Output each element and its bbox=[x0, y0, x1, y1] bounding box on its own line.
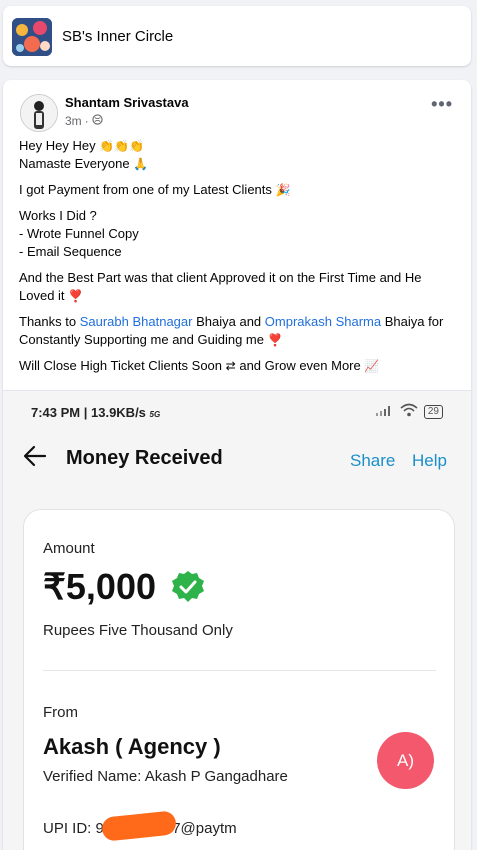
divider bbox=[43, 670, 436, 671]
group-name[interactable]: SB's Inner Circle bbox=[62, 28, 173, 45]
thanks-mid: Bhaiya and bbox=[196, 314, 262, 329]
battery-icon: 29 bbox=[423, 404, 443, 419]
mention-saurabh[interactable]: Saurabh Bhatnagar bbox=[80, 314, 193, 329]
closing-line-b: and Grow even More bbox=[239, 358, 361, 373]
group-thumbnail[interactable] bbox=[12, 18, 52, 56]
receipt-card: Amount ₹5,000 Rupees Five Thousand Only … bbox=[23, 509, 455, 850]
thanks-prefix: Thanks to bbox=[19, 314, 77, 329]
amount-value: ₹5,000 bbox=[43, 566, 156, 607]
namaste-line: Namaste Everyone bbox=[19, 156, 130, 171]
group-header[interactable]: SB's Inner Circle bbox=[3, 6, 471, 66]
works-title: Works I Did ? bbox=[19, 208, 97, 223]
wifi-icon bbox=[400, 403, 418, 420]
payment-line: I got Payment from one of my Latest Clie… bbox=[19, 182, 272, 197]
sender-name: Akash ( Agency ) bbox=[43, 734, 221, 759]
help-button[interactable]: Help bbox=[412, 451, 447, 471]
author-name[interactable]: Shantam Srivastava bbox=[65, 95, 189, 110]
heart-exclamation-icon: ❣️ bbox=[267, 333, 283, 347]
verified-check-icon bbox=[171, 570, 204, 602]
back-arrow-icon[interactable] bbox=[23, 445, 47, 474]
sender-avatar[interactable]: A) bbox=[377, 732, 434, 789]
author-avatar[interactable] bbox=[20, 94, 58, 132]
heart-exclamation-icon: ❣️ bbox=[68, 289, 84, 303]
party-popper-icon: 🎉 bbox=[275, 183, 291, 197]
post-text: Hey Hey Hey 👏👏👏 Namaste Everyone 🙏 I got… bbox=[19, 137, 459, 383]
mention-omprakash[interactable]: Omprakash Sharma bbox=[265, 314, 381, 329]
meta-separator: · bbox=[84, 114, 89, 128]
more-options-icon[interactable]: ••• bbox=[431, 94, 453, 115]
exchange-arrows-icon: ⇄ bbox=[225, 359, 236, 373]
chart-increasing-icon: 📈 bbox=[364, 359, 380, 373]
screen-title: Money Received bbox=[66, 447, 223, 469]
work-item: - Wrote Funnel Copy bbox=[19, 226, 139, 241]
signal-icon bbox=[375, 404, 394, 419]
amount-label: Amount bbox=[43, 540, 95, 557]
globe-icon bbox=[92, 114, 103, 128]
post-meta: 3m · bbox=[65, 114, 103, 128]
greeting-line: Hey Hey Hey bbox=[19, 138, 96, 153]
amount-in-words: Rupees Five Thousand Only bbox=[43, 622, 233, 639]
verified-name: Verified Name: Akash P Gangadhare bbox=[43, 768, 288, 785]
post-time[interactable]: 3m bbox=[65, 114, 82, 128]
from-label: From bbox=[43, 704, 78, 721]
work-item: - Email Sequence bbox=[19, 244, 122, 259]
status-bar-time: 7:43 PM | 13.9KB/s 5G bbox=[31, 405, 161, 420]
payment-screenshot[interactable]: 7:43 PM | 13.9KB/s 5G 29 Money Received … bbox=[3, 390, 471, 850]
post-card: Shantam Srivastava 3m · ••• Hey Hey Hey … bbox=[3, 80, 471, 850]
share-button[interactable]: Share bbox=[350, 451, 395, 471]
status-bar-icons: 29 bbox=[375, 403, 443, 420]
closing-line-a: Will Close High Ticket Clients Soon bbox=[19, 358, 223, 373]
clapping-hands-icon: 👏👏👏 bbox=[99, 139, 145, 153]
redaction-scribble bbox=[100, 810, 178, 842]
folded-hands-icon: 🙏 bbox=[133, 157, 149, 171]
